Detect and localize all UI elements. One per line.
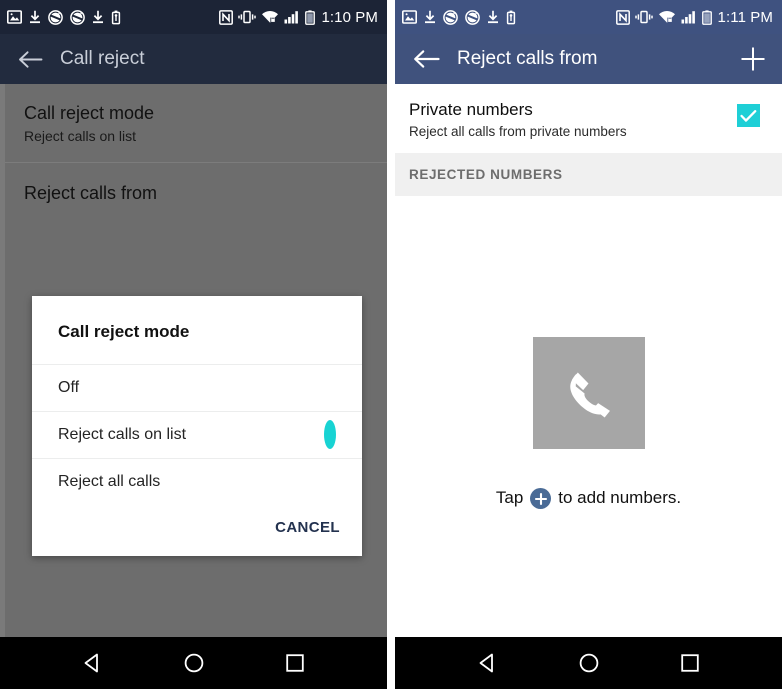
call-reject-mode-dialog: Call reject mode Off Reject calls on lis…	[32, 296, 362, 556]
sync-icon	[443, 9, 458, 25]
dialog-option-reject-calls-on-list[interactable]: Reject calls on list	[32, 411, 362, 458]
option-label: Reject all calls	[58, 473, 161, 490]
nav-recents-square-icon[interactable]	[268, 643, 322, 683]
navigation-bar	[0, 637, 387, 689]
option-label: Reject calls on list	[58, 426, 187, 443]
setting-title: Call reject mode	[24, 103, 155, 123]
dual-screenshot-container: 1:10 PM Call reject Call reject mode Rej…	[0, 0, 782, 689]
settings-list: Call reject mode Reject calls on list Re…	[0, 84, 387, 637]
status-bar-left-icons	[402, 9, 516, 25]
vibrate-icon	[634, 10, 653, 24]
plus-icon[interactable]	[738, 44, 768, 74]
status-bar-left-icons	[7, 9, 121, 25]
usb-icon	[111, 10, 121, 25]
status-bar-right-icons: 1:10 PM	[219, 9, 378, 26]
status-bar-clock: 1:10 PM	[321, 8, 378, 26]
vibrate-icon	[238, 10, 257, 24]
nav-home-circle-icon[interactable]	[167, 643, 221, 683]
empty-text-after: to add numbers.	[558, 487, 682, 507]
status-bar-clock: 1:11 PM	[717, 8, 773, 26]
left-phone-screen: 1:10 PM Call reject Call reject mode Rej…	[0, 0, 387, 689]
plus-circle-icon	[530, 488, 552, 510]
app-bar: Call reject	[0, 34, 387, 84]
empty-text-before: Tap	[495, 487, 524, 507]
usb-icon	[506, 10, 516, 25]
sync-icon	[48, 9, 63, 25]
download-icon	[424, 10, 436, 24]
signal-bars-icon	[681, 10, 697, 24]
nav-recents-square-icon[interactable]	[663, 643, 717, 683]
option-label: Off	[58, 379, 80, 396]
wifi-secure-icon	[658, 10, 676, 24]
nfc-icon	[615, 9, 630, 25]
setting-title: Reject calls from	[24, 182, 158, 203]
private-numbers-row[interactable]: Private numbers Reject all calls from pr…	[395, 84, 782, 153]
signal-bars-icon	[284, 10, 300, 24]
sync-icon	[465, 9, 480, 25]
setting-subtitle: Reject calls on list	[24, 127, 137, 144]
nav-back-triangle-icon[interactable]	[66, 643, 120, 683]
setting-row-call-reject-mode[interactable]: Call reject mode Reject calls on list	[0, 84, 387, 144]
section-header-label: REJECTED NUMBERS	[409, 167, 563, 183]
dialog-option-reject-all-calls[interactable]: Reject all calls	[32, 458, 362, 505]
dialog-actions: CANCEL	[32, 505, 362, 556]
nav-back-triangle-icon[interactable]	[461, 643, 515, 683]
app-bar: Reject calls from	[395, 34, 782, 84]
right-phone-screen: 1:11 PM Reject calls from Private number…	[395, 0, 782, 689]
private-numbers-checkbox[interactable]	[737, 104, 760, 127]
private-numbers-subtitle: Reject all calls from private numbers	[409, 124, 627, 140]
arrow-left-icon[interactable]	[413, 49, 440, 69]
page-title: Call reject	[60, 48, 145, 69]
download-icon	[92, 10, 104, 24]
battery-icon	[701, 9, 712, 25]
arrow-left-icon[interactable]	[18, 50, 43, 69]
radio-selected-icon[interactable]	[324, 420, 336, 449]
battery-icon	[305, 9, 316, 25]
dialog-option-off[interactable]: Off	[32, 364, 362, 411]
cancel-button[interactable]: CANCEL	[275, 519, 340, 536]
download-icon	[487, 10, 499, 24]
phone-handset-icon	[532, 337, 645, 450]
navigation-bar	[395, 637, 782, 689]
nfc-icon	[219, 9, 234, 25]
download-icon	[29, 10, 41, 24]
empty-state-text: Tap to add numbers.	[495, 487, 682, 510]
dialog-title: Call reject mode	[58, 322, 190, 341]
sync-icon	[70, 9, 85, 25]
page-title: Reject calls from	[457, 48, 598, 69]
image-icon	[7, 10, 22, 24]
reject-calls-from-content: Private numbers Reject all calls from pr…	[395, 84, 782, 637]
private-numbers-title: Private numbers	[409, 100, 533, 119]
nav-home-circle-icon[interactable]	[562, 643, 616, 683]
section-header-rejected-numbers: REJECTED NUMBERS	[395, 153, 782, 197]
setting-row-reject-calls-from[interactable]: Reject calls from	[0, 163, 387, 204]
scroll-edge	[0, 84, 5, 637]
empty-state: Tap to add numbers.	[395, 196, 782, 637]
private-numbers-text: Private numbers Reject all calls from pr…	[409, 100, 737, 139]
wifi-secure-icon	[261, 10, 279, 24]
status-bar-right-icons: 1:11 PM	[615, 8, 773, 26]
status-bar: 1:11 PM	[395, 0, 782, 34]
image-icon	[402, 10, 417, 24]
status-bar: 1:10 PM	[0, 0, 387, 34]
